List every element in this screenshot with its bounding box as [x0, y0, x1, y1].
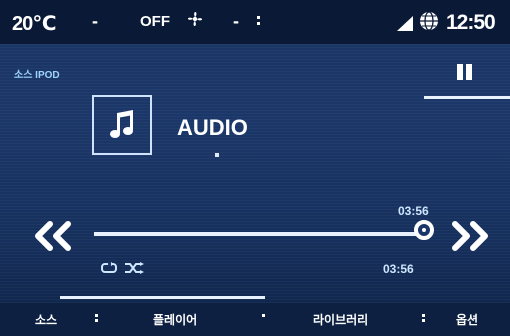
- elapsed-time: 03:56: [383, 262, 414, 276]
- head-unit-screen: 20℃ - OFF - 12:50 소스 IPOD AUDIO 03:56 03…: [0, 0, 510, 336]
- status-bar: 20℃ - OFF - 12:50: [0, 0, 510, 44]
- repeat-icon[interactable]: [100, 262, 118, 274]
- total-time: 03:56: [398, 204, 429, 218]
- fan-status[interactable]: OFF: [140, 13, 170, 30]
- rewind-button[interactable]: [30, 219, 76, 253]
- clock: 12:50: [446, 11, 496, 34]
- progress-track[interactable]: [94, 220, 434, 240]
- globe-icon: [420, 11, 438, 31]
- top-divider: [424, 96, 510, 99]
- source-label: 소스 IPOD: [14, 70, 60, 81]
- active-tab-indicator: [60, 296, 265, 299]
- nav-source[interactable]: 소스: [35, 311, 57, 328]
- nav-separator: [262, 314, 265, 319]
- climate-right-indicator[interactable]: -: [233, 11, 239, 32]
- temperature-readout[interactable]: 20℃: [12, 11, 56, 36]
- bottom-nav: 소스 플레이어 라이브러리 옵션: [0, 303, 510, 336]
- pause-button[interactable]: [452, 61, 476, 85]
- fast-forward-button[interactable]: [447, 219, 493, 253]
- seat-heat-indicator-icon: [257, 16, 261, 30]
- fast-forward-icon: [452, 221, 488, 251]
- nav-library[interactable]: 라이브러리: [313, 311, 368, 328]
- pause-icon: [457, 64, 463, 80]
- progress-fill: [94, 232, 424, 236]
- shuffle-icon[interactable]: [124, 262, 144, 274]
- music-note-icon: [110, 110, 133, 138]
- track-title: AUDIO: [177, 115, 248, 140]
- nav-separator: [95, 314, 98, 324]
- climate-left-indicator[interactable]: -: [92, 11, 98, 32]
- nav-options[interactable]: 옵션: [456, 311, 478, 328]
- progress-knob[interactable]: [414, 220, 434, 240]
- nav-separator: [422, 314, 425, 324]
- album-art: [92, 95, 152, 155]
- nav-player[interactable]: 플레이어: [153, 311, 197, 328]
- title-dot: [215, 153, 219, 157]
- rewind-icon: [35, 221, 71, 251]
- signal-icon: [397, 16, 413, 31]
- fan-icon[interactable]: [185, 9, 205, 29]
